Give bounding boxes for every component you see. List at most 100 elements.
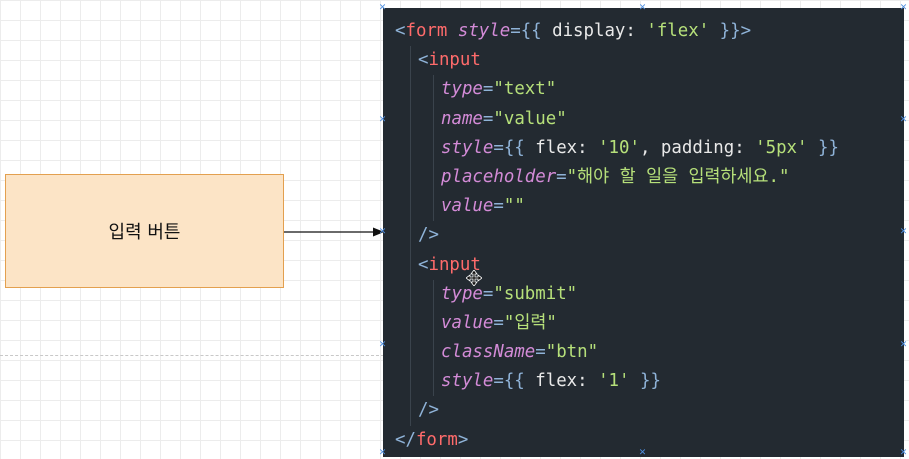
code-token-str: "text" [493,79,557,100]
code-token-str: "submit" [493,283,578,304]
indent-guide [410,162,411,193]
indent-guide [433,104,434,134]
indent-guide [410,46,411,76]
code-line: /> [395,396,904,426]
code-token-tag: form [415,429,458,450]
input-button-box[interactable]: 입력 버튼 [5,174,284,288]
code-token-punct: = [482,79,494,100]
code-token-plain: flex: [524,137,599,158]
code-line-content: </form> [395,430,468,450]
selection-handle-icon[interactable]: ✕ [378,341,387,350]
code-line-content: value="입력" [395,313,557,333]
selection-handle-icon[interactable]: ✕ [899,449,908,458]
code-token-str: "btn" [545,342,599,363]
code-token-str: 'flex' [646,21,710,41]
code-line-content: /> [395,400,439,420]
input-button-label: 입력 버튼 [108,222,181,243]
selection-handle-icon[interactable]: ✕ [638,449,647,458]
code-line: value="입력" [395,308,904,339]
move-cursor-icon [466,270,482,286]
code-token-str: "해야 할 일을 입력하세요." [566,166,790,187]
selection-handle-icon[interactable]: ✕ [899,341,908,350]
code-token-punct: ={{ [493,371,525,392]
selection-handle-icon[interactable]: ✕ [378,449,387,458]
indent-guide [433,279,434,309]
code-line: </form> [395,426,904,455]
selection-handle-icon[interactable]: ✕ [378,4,387,13]
indent-guide [410,104,411,134]
code-line: name="value" [395,104,904,134]
indent-guide [410,279,411,309]
code-token-punct: < [418,254,429,275]
code-token-attr: name [441,108,483,129]
selection-handle-icon[interactable]: ✕ [638,4,647,13]
code-line: style={{ flex: '1' }} [395,367,904,397]
code-line-content: style={{ flex: '10', padding: '5px' }} [395,138,839,158]
indent-guide [410,396,411,426]
code-panel: <form style={{ display: 'flex' }}> <input… [383,8,904,457]
indent-guide [433,75,434,105]
code-token-punct: /> [418,400,439,421]
code-line: type="text" [395,75,904,105]
code-line-content: /> [395,225,439,245]
code-line: className="btn" [395,338,904,368]
indent-guide [433,308,434,339]
code-token-str: '5px' [755,137,808,158]
code-token-tag: form [405,21,448,41]
selection-handle-icon[interactable]: ✕ [899,228,908,237]
code-line: placeholder="해야 할 일을 입력하세요." [395,162,904,193]
code-line: style={{ flex: '10', padding: '5px' }} [395,133,904,163]
code-token-tag: input [428,50,481,71]
code-line: value="" [395,192,904,222]
code-line-content: style={{ flex: '1' }} [395,371,661,391]
indent-guide [410,308,411,339]
selection-handle-icon[interactable]: ✕ [378,228,387,237]
indent-guide [410,338,411,368]
code-token-attr: style [441,371,494,392]
indent-guide [410,221,411,251]
selection-handle-icon[interactable]: ✕ [899,4,908,13]
code-token-punct: }} [817,137,839,158]
code-token-str: '1' [598,371,630,392]
code-token-attr: value [441,312,494,333]
code-line-content: <form style={{ display: 'flex' }}> [395,21,751,41]
code-line-content: name="value" [395,109,567,129]
code-token-punct: = [482,283,494,304]
indent-guide [410,133,411,163]
code-line-content: value="" [395,196,525,216]
code-token-punct: /> [418,225,439,246]
code-token-punct: < [418,50,429,71]
code-line-content: placeholder="해야 할 일을 입력하세요." [395,167,789,187]
indent-guide [410,250,411,280]
code-token-str: '10' [598,137,640,158]
code-line: <input [395,46,904,76]
code-token-punct: = [482,108,494,129]
code-token-attr: style [441,137,494,158]
code-token-punct: < [395,21,406,41]
code-token-punct: = [493,196,504,217]
indent-guide [410,367,411,397]
indent-guide [433,133,434,163]
code-token-punct: </ [395,429,416,450]
indent-guide [433,367,434,397]
code-line-content: className="btn" [395,342,598,362]
code-token-str: "입력" [503,312,557,333]
code-token-plain: display: [541,21,647,41]
code-token-punct: = [535,342,546,363]
indent-guide [410,75,411,105]
code-token-attr: className [441,342,536,363]
code-line-content: type="text" [395,79,556,99]
code-line: <form style={{ display: 'flex' }}> [395,17,904,46]
code-token-punct: }} [639,371,661,392]
code-token-punct: > [457,429,469,450]
selection-handle-icon[interactable]: ✕ [378,116,387,125]
code-token-attr: style [457,21,511,41]
code-token-punct: = [493,312,504,333]
selection-handle-icon[interactable]: ✕ [899,116,908,125]
dashed-guide-line [0,355,384,356]
code-token-attr: placeholder [441,166,557,187]
